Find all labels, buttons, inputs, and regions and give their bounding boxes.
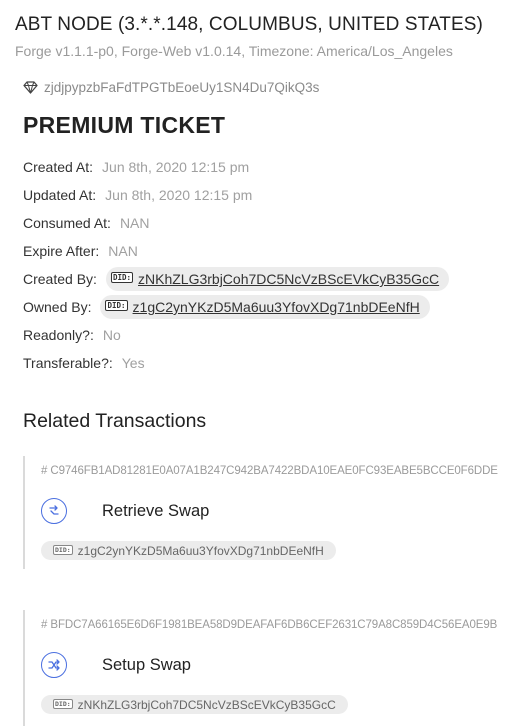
did-icon: DID: <box>53 698 73 709</box>
prop-label: Consumed At: <box>23 215 111 231</box>
prop-label: Updated At: <box>23 187 97 203</box>
tx-hash-link[interactable]: # C9746FB1AD81281E0A07A1B247C942BA7422BD… <box>41 465 498 477</box>
prop-label: Owned By: <box>23 299 92 315</box>
tx-owner-address[interactable]: zNKhZLG3rbjCoh7DC5NcVzBScEVkCyB35GcC <box>78 698 336 712</box>
prop-updated-at: Updated At: Jun 8th, 2020 12:15 pm <box>23 181 523 209</box>
did-icon: DID: <box>53 544 73 555</box>
creator-did-pill[interactable]: DID: zNKhZLG3rbjCoh7DC5NcVzBScEVkCyB35Gc… <box>105 267 450 291</box>
prop-created-at: Created At: Jun 8th, 2020 12:15 pm <box>23 153 523 181</box>
prop-consumed-at: Consumed At: NAN <box>23 209 523 237</box>
prop-expire-after: Expire After: NAN <box>23 237 523 265</box>
prop-value: No <box>102 327 121 343</box>
asset-properties: Created At: Jun 8th, 2020 12:15 pm Updat… <box>23 153 523 377</box>
tx-owner-pill[interactable]: DID: zNKhZLG3rbjCoh7DC5NcVzBScEVkCyB35Gc… <box>41 695 348 714</box>
prop-readonly: Readonly?: No <box>23 321 523 349</box>
prop-owned-by: Owned By: DID: z1gC2ynYKzD5Ma6uu3YfovXDg… <box>23 293 523 321</box>
prop-value: NAN <box>108 243 138 259</box>
prop-created-by: Created By: DID: zNKhZLG3rbjCoh7DC5NcVzB… <box>23 265 523 293</box>
prop-transferable: Transferable?: Yes <box>23 349 523 377</box>
node-version-info: Forge v1.1.1-p0, Forge-Web v1.0.14, Time… <box>15 43 453 59</box>
asset-title: PREMIUM TICKET <box>23 112 226 138</box>
transaction-card: # C9746FB1AD81281E0A07A1B247C942BA7422BD… <box>23 456 530 569</box>
prop-label: Transferable?: <box>23 355 113 371</box>
owner-did-pill[interactable]: DID: z1gC2ynYKzD5Ma6uu3YfovXDg71nbDEeNfH <box>100 295 430 319</box>
tx-type-label: Retrieve Swap <box>102 502 210 520</box>
tx-owner-address[interactable]: z1gC2ynYKzD5Ma6uu3YfovXDg71nbDEeNfH <box>78 544 324 558</box>
prop-label: Created By: <box>23 271 97 287</box>
tx-owner-pill[interactable]: DID: z1gC2ynYKzD5Ma6uu3YfovXDg71nbDEeNfH <box>41 541 336 560</box>
prop-value: NAN <box>119 215 150 231</box>
retrieve-swap-icon <box>41 498 67 524</box>
diamond-icon <box>23 81 38 94</box>
setup-swap-icon <box>41 652 67 678</box>
prop-label: Readonly?: <box>23 327 94 343</box>
tx-hash-link[interactable]: # BFDC7A66165E6D6F1981BEA58D9DEAFAF6DB6C… <box>41 619 497 631</box>
creator-address-link[interactable]: zNKhZLG3rbjCoh7DC5NcVzBScEVkCyB35GcC <box>138 271 439 287</box>
prop-value: Jun 8th, 2020 12:15 pm <box>102 159 250 175</box>
owner-address-link[interactable]: z1gC2ynYKzD5Ma6uu3YfovXDg71nbDEeNfH <box>133 299 420 315</box>
prop-value: Yes <box>121 355 145 371</box>
asset-address: zjdjpypzbFaFdTPGTbEoeUy1SN4Du7QikQ3s <box>23 80 319 95</box>
node-title: ABT NODE (3.*.*.148, COLUMBUS, UNITED ST… <box>15 14 483 35</box>
tx-type-label: Setup Swap <box>102 656 191 674</box>
asset-address-text[interactable]: zjdjpypzbFaFdTPGTbEoeUy1SN4Du7QikQ3s <box>44 80 319 95</box>
prop-label: Expire After: <box>23 243 100 259</box>
did-icon: DID: <box>105 299 128 311</box>
transaction-card: # BFDC7A66165E6D6F1981BEA58D9DEAFAF6DB6C… <box>23 610 530 726</box>
prop-label: Created At: <box>23 159 94 175</box>
did-icon: DID: <box>110 271 133 283</box>
node-header: ABT NODE (3.*.*.148, COLUMBUS, UNITED ST… <box>15 14 525 59</box>
related-transactions-heading: Related Transactions <box>23 410 207 432</box>
prop-value: Jun 8th, 2020 12:15 pm <box>105 187 253 203</box>
